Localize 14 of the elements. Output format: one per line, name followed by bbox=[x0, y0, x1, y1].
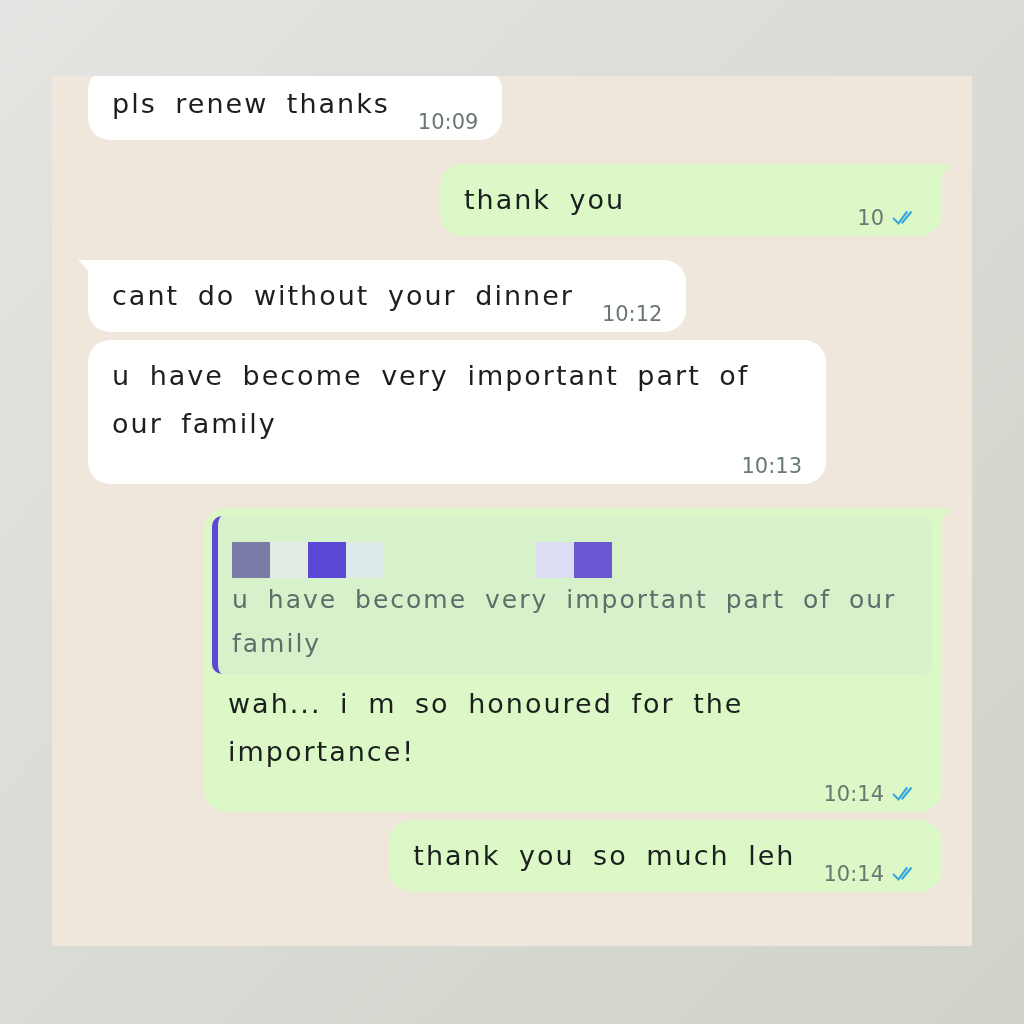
timestamp: 10 bbox=[857, 206, 884, 230]
message-text: cant do without your dinner bbox=[112, 279, 574, 313]
timestamp: 10:13 bbox=[741, 454, 802, 478]
timestamp: 10:14 bbox=[823, 782, 884, 806]
quoted-text: u have become very important part of our family bbox=[232, 584, 898, 660]
timestamp: 10:14 bbox=[823, 862, 884, 886]
message-text: thank you so much leh bbox=[413, 839, 796, 873]
timestamp: 10:09 bbox=[417, 110, 479, 134]
message-text: pls renew thanks bbox=[112, 87, 390, 121]
quoted-message[interactable]: u have become very important part of our family bbox=[212, 516, 932, 674]
message-text: wah... i m so honoured for the importance! bbox=[228, 687, 745, 769]
timestamp: 10:12 bbox=[601, 302, 663, 326]
message-text: u have become very important part of our family bbox=[112, 359, 751, 441]
message-text: thank you bbox=[464, 183, 626, 217]
